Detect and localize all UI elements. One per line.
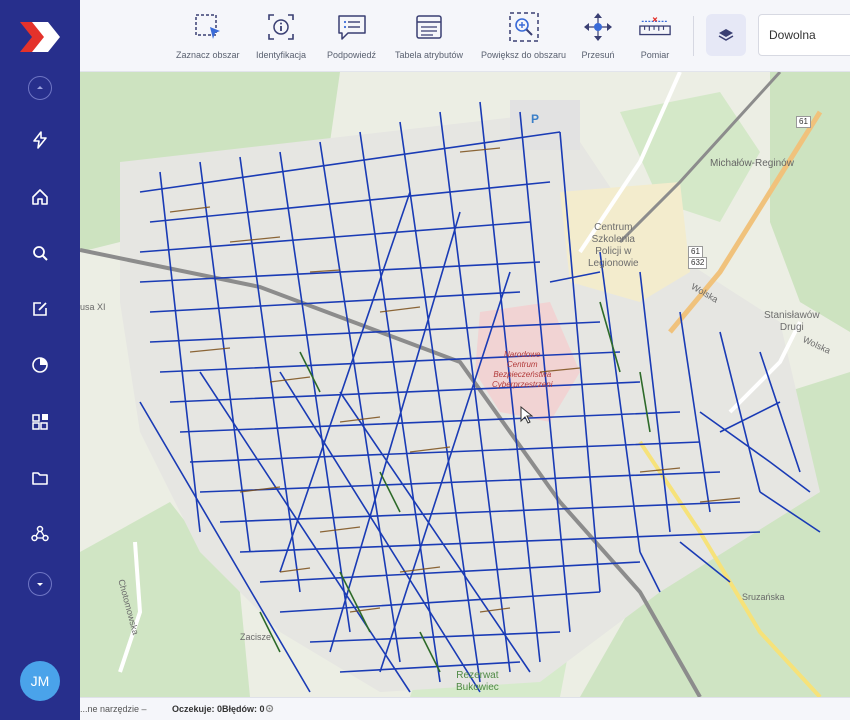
settings-gear-icon[interactable] [264, 703, 275, 714]
layers-icon [718, 29, 734, 41]
measure-label: Pomiar [640, 50, 670, 60]
label-stanislawow: Stanisławów Drugi [764, 310, 820, 334]
identify-label: Identyfikacja [256, 50, 307, 60]
search-icon[interactable] [22, 235, 58, 271]
status-bar: ...ne narzędzie – Oczekuje: 0 Błędów: 0 [80, 697, 850, 720]
map-canvas[interactable]: P Michałów-Reginów Centrum Szkolenia Pol… [80, 72, 850, 697]
narodowe-line-1: Narodowe [504, 350, 541, 359]
toolbar-divider [693, 16, 694, 56]
narodowe-line-3: Bezpieczeństwa [493, 370, 552, 379]
road-badge-61: 61 [796, 116, 811, 128]
rezerwat-line-1: Rezerwat [456, 670, 499, 681]
label-rezerwat: Rezerwat Bukowiec [456, 670, 499, 694]
label-michalow: Michałów-Reginów [710, 158, 794, 169]
app-logo[interactable] [18, 20, 62, 54]
zoom-area-button[interactable]: Powiększ do obszaru [481, 10, 566, 60]
centrum-line-4: Legionowie [588, 258, 639, 269]
status-errors: Błędów: 0 [222, 704, 265, 714]
layers-button[interactable] [706, 14, 746, 56]
home-icon[interactable] [22, 179, 58, 215]
hint-button[interactable]: Podpowiedź [327, 10, 376, 60]
hint-icon [335, 10, 369, 44]
label-cyber-centre: Narodowe Centrum Bezpieczeństwa Cyberprz… [492, 350, 552, 390]
centrum-line-2: Szkolenia [591, 234, 635, 245]
mouse-cursor-icon [520, 406, 534, 424]
select-area-icon [191, 10, 225, 44]
sidebar: JM [0, 0, 80, 720]
rezerwat-line-2: Bukowiec [456, 682, 499, 693]
zoom-area-label: Powiększ do obszaru [481, 50, 567, 60]
centrum-line-1: Centrum [594, 222, 633, 233]
stanislawow-line-2: Drugi [779, 322, 804, 333]
centrum-line-3: Policji w [595, 246, 632, 257]
identify-button[interactable]: Identyfikacja [256, 10, 306, 60]
edit-icon[interactable] [22, 291, 58, 327]
label-usa: usa XI [80, 302, 106, 312]
road-badge-632: 632 [688, 257, 708, 269]
label-centrum-szkolenia: Centrum Szkolenia Policji w Legionowie [588, 222, 639, 270]
info-icon [264, 10, 298, 44]
label-sruzanska: Sruzańska [742, 592, 785, 602]
pan-icon [581, 10, 615, 44]
collapse-up-icon[interactable] [28, 76, 52, 100]
parking-label: P [531, 112, 540, 126]
status-tool-text: ...ne narzędzie – [80, 704, 147, 714]
stanislawow-line-1: Stanisławów [764, 310, 820, 321]
narodowe-line-4: Cyberprzestrzeni [492, 380, 553, 389]
attribute-table-button[interactable]: Tabela atrybutów [395, 10, 463, 60]
pie-chart-icon[interactable] [22, 347, 58, 383]
select-area-button[interactable]: Zaznacz obszar [176, 10, 240, 60]
basemap-select-value: Dowolna [769, 28, 816, 42]
lightning-icon[interactable] [22, 122, 58, 158]
expand-down-icon[interactable] [28, 572, 52, 596]
status-pending: Oczekuje: 0 [172, 704, 222, 714]
pan-label: Przesuń [581, 50, 615, 60]
app-root: JM Zaznacz obszar Identyfikacja Podpowie… [0, 0, 850, 720]
folder-icon[interactable] [22, 460, 58, 496]
network-icon[interactable] [22, 516, 58, 552]
narodowe-line-2: Centrum [506, 360, 538, 369]
hint-label: Podpowiedź [327, 50, 377, 60]
label-zacisze: Zacisze [240, 632, 272, 642]
user-avatar[interactable]: JM [20, 661, 60, 701]
pan-button[interactable]: Przesuń [581, 10, 615, 60]
table-icon [412, 10, 446, 44]
zoom-area-icon [507, 10, 541, 44]
pending-label: Oczekuje: [172, 704, 215, 714]
ruler-icon [638, 10, 672, 44]
basemap-select[interactable]: Dowolna [758, 14, 850, 56]
select-area-label: Zaznacz obszar [176, 50, 240, 60]
errors-label: Błędów: [222, 704, 257, 714]
measure-button[interactable]: Pomiar [638, 10, 672, 60]
map-toolbar: Zaznacz obszar Identyfikacja Podpowiedź … [80, 0, 850, 72]
add-widget-icon[interactable] [22, 404, 58, 440]
attribute-table-label: Tabela atrybutów [395, 50, 464, 60]
